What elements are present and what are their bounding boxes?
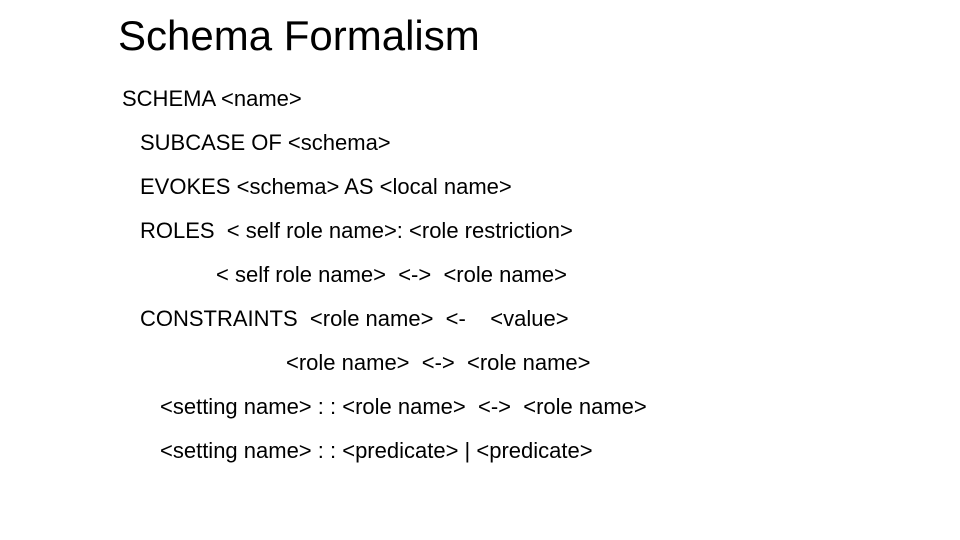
slide-content: SCHEMA <name> SUBCASE OF <schema> EVOKES… [122,88,960,462]
line-roles-cont: < self role name> <-> <role name> [122,264,960,286]
line-schema: SCHEMA <name> [122,88,960,110]
slide: Schema Formalism SCHEMA <name> SUBCASE O… [0,0,960,462]
line-evokes: EVOKES <schema> AS <local name> [122,176,960,198]
line-setting-1: <setting name> : : <role name> <-> <role… [122,396,960,418]
line-setting-2: <setting name> : : <predicate> | <predic… [122,440,960,462]
line-roles: ROLES < self role name>: <role restricti… [122,220,960,242]
line-constraints: CONSTRAINTS <role name> <- <value> [122,308,960,330]
line-subcase: SUBCASE OF <schema> [122,132,960,154]
slide-title: Schema Formalism [118,12,960,60]
line-constraints-cont: <role name> <-> <role name> [122,352,960,374]
